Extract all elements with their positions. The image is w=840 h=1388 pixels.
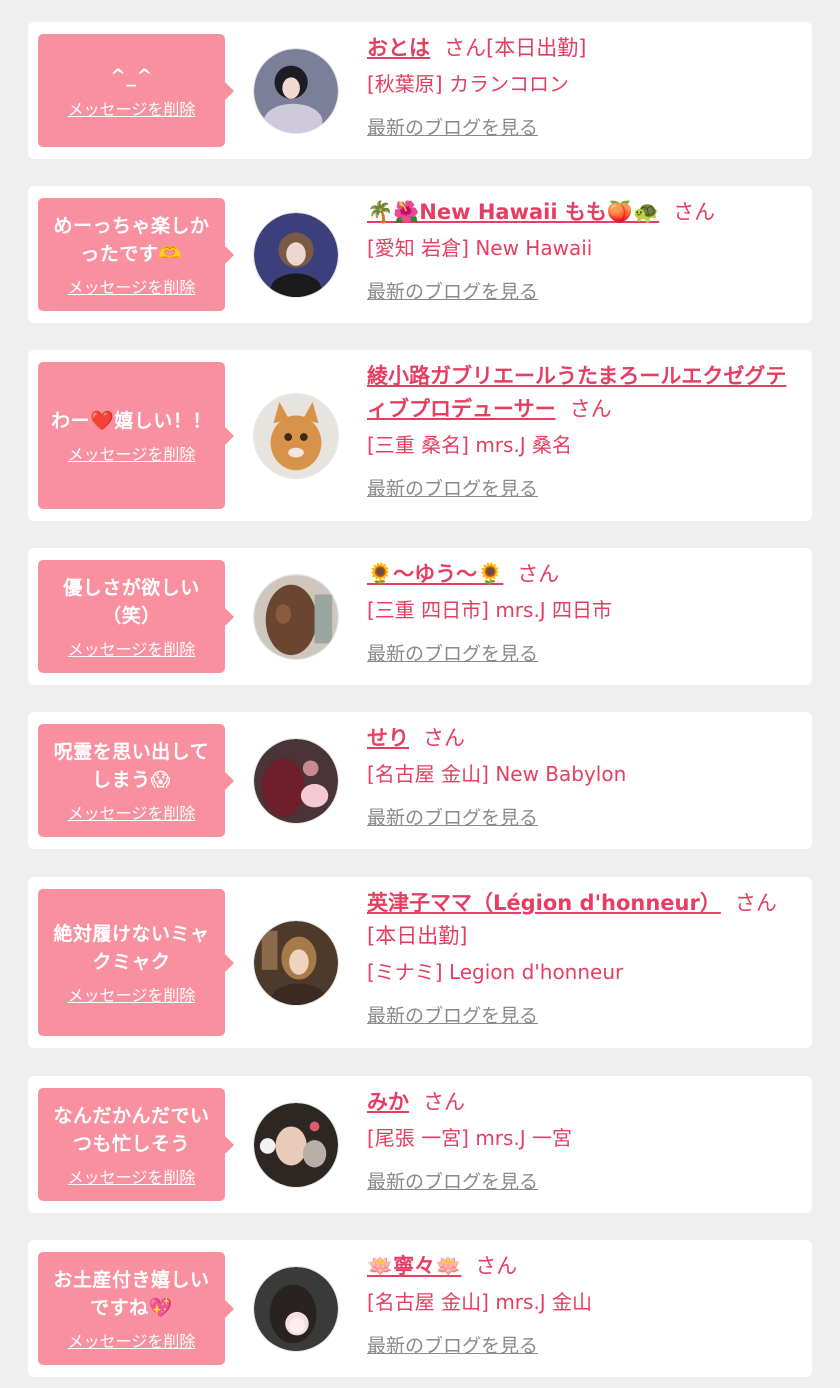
message-card: なんだかんだでいつも忙しそう メッセージを削除 みか さん [尾張 一宮] mrs… [28, 1076, 812, 1213]
message-card: 優しさが欲しい（笑） メッセージを削除 🌻〜ゆう〜🌻 さん [三重 四日市] mr… [28, 548, 812, 685]
cast-info: 🪷寧々🪷 さん [名古屋 金山] mrs.J 金山 最新のブログを見る [367, 1250, 798, 1358]
message-bubble: 呪霊を思い出してしまう😱 メッセージを削除 [38, 724, 234, 837]
cast-info: みか さん [尾張 一宮] mrs.J 一宮 最新のブログを見る [367, 1086, 798, 1194]
honorific: さん[本日出勤] [444, 36, 587, 60]
message-bubble: めーっちゃ楽しかったです🫶 メッセージを削除 [38, 198, 234, 311]
message-bubble: なんだかんだでいつも忙しそう メッセージを削除 [38, 1088, 234, 1201]
message-text: めーっちゃ楽しかったです🫶 [53, 214, 210, 265]
avatar[interactable] [253, 1101, 339, 1188]
avatar[interactable] [253, 211, 339, 298]
cast-name-link[interactable]: 🪷寧々🪷 [367, 1254, 461, 1278]
shop-info: [名古屋 金山] mrs.J 金山 [367, 1290, 593, 1314]
cast-info: 🌴🌺New Hawaii もも🍑🐢 さん [愛知 岩倉] New Hawaii 最… [367, 196, 798, 304]
message-text: なんだかんだでいつも忙しそう [53, 1104, 210, 1155]
message-text: 絶対履けないミャクミャク [53, 922, 210, 973]
delete-message-link[interactable]: メッセージを削除 [68, 1328, 196, 1352]
delete-message-link[interactable]: メッセージを削除 [68, 441, 196, 465]
message-bubble: わー❤️嬉しい！！ メッセージを削除 [38, 362, 234, 509]
shop-info: [三重 桑名] mrs.J 桑名 [367, 433, 573, 457]
delete-message-link[interactable]: メッセージを削除 [68, 274, 196, 298]
honorific: さん [423, 726, 465, 750]
honorific: さん [673, 200, 716, 224]
shop-info: [三重 四日市] mrs.J 四日市 [367, 598, 613, 622]
delete-message-link[interactable]: メッセージを削除 [68, 982, 196, 1006]
delete-message-link[interactable]: メッセージを削除 [68, 800, 196, 824]
delete-message-link[interactable]: メッセージを削除 [68, 636, 196, 660]
cast-name-link[interactable]: おとは [367, 36, 430, 60]
message-card: ^_^ メッセージを削除 おとは さん[本日出勤] [秋葉原] カランコロン 最新… [28, 22, 812, 159]
latest-blog-link[interactable]: 最新のブログを見る [367, 1331, 538, 1358]
cast-name-link[interactable]: 英津子ママ（Légion d'honneur） [367, 891, 721, 915]
message-text: 優しさが欲しい（笑） [63, 576, 200, 627]
cast-name-link[interactable]: みか [367, 1090, 409, 1114]
message-card: 呪霊を思い出してしまう😱 メッセージを削除 せり さん [名古屋 金山] New … [28, 712, 812, 849]
latest-blog-link[interactable]: 最新のブログを見る [367, 1001, 538, 1028]
latest-blog-link[interactable]: 最新のブログを見る [367, 803, 538, 830]
latest-blog-link[interactable]: 最新のブログを見る [367, 474, 538, 501]
shop-info: [名古屋 金山] New Babylon [367, 762, 627, 786]
avatar[interactable] [253, 737, 339, 824]
cast-name-link[interactable]: せり [367, 726, 409, 750]
cast-info: おとは さん[本日出勤] [秋葉原] カランコロン 最新のブログを見る [367, 32, 798, 140]
latest-blog-link[interactable]: 最新のブログを見る [367, 277, 538, 304]
cast-name-link[interactable]: 🌻〜ゆう〜🌻 [367, 562, 503, 586]
message-card: 絶対履けないミャクミャク メッセージを削除 英津子ママ（Légion d'hon… [28, 877, 812, 1048]
honorific: さん [569, 397, 612, 421]
shop-info: [秋葉原] カランコロン [367, 72, 569, 96]
message-bubble: 絶対履けないミャクミャク メッセージを削除 [38, 889, 234, 1036]
latest-blog-link[interactable]: 最新のブログを見る [367, 113, 538, 140]
delete-message-link[interactable]: メッセージを削除 [68, 96, 196, 120]
delete-message-link[interactable]: メッセージを削除 [68, 1164, 196, 1188]
message-text: わー❤️嬉しい！！ [51, 409, 212, 432]
cast-info: せり さん [名古屋 金山] New Babylon 最新のブログを見る [367, 722, 798, 830]
message-card: お土産付き嬉しいですね💖 メッセージを削除 🪷寧々🪷 さん [名古屋 金山] mr… [28, 1240, 812, 1377]
avatar[interactable] [253, 573, 339, 660]
cast-info: 🌻〜ゆう〜🌻 さん [三重 四日市] mrs.J 四日市 最新のブログを見る [367, 558, 798, 666]
cast-info: 英津子ママ（Légion d'honneur） さん[本日出勤] [ミナミ] Le… [367, 887, 798, 1028]
message-text: ^_^ [110, 64, 153, 87]
cast-name-link[interactable]: 🌴🌺New Hawaii もも🍑🐢 [367, 200, 659, 224]
message-text: お土産付き嬉しいですね💖 [53, 1268, 210, 1319]
message-text: 呪霊を思い出してしまう😱 [53, 740, 210, 791]
message-bubble: ^_^ メッセージを削除 [38, 34, 234, 147]
honorific: さん [475, 1254, 518, 1278]
message-bubble: 優しさが欲しい（笑） メッセージを削除 [38, 560, 234, 673]
latest-blog-link[interactable]: 最新のブログを見る [367, 639, 538, 666]
message-card: わー❤️嬉しい！！ メッセージを削除 綾小路ガブリエールうたまろールエクゼグティ… [28, 350, 812, 521]
shop-info: [ミナミ] Legion d'honneur [367, 960, 624, 984]
message-list: ^_^ メッセージを削除 おとは さん[本日出勤] [秋葉原] カランコロン 最新… [0, 0, 840, 1388]
shop-info: [愛知 岩倉] New Hawaii [367, 236, 593, 260]
avatar[interactable] [253, 919, 339, 1006]
message-bubble: お土産付き嬉しいですね💖 メッセージを削除 [38, 1252, 234, 1365]
latest-blog-link[interactable]: 最新のブログを見る [367, 1167, 538, 1194]
honorific: さん [517, 562, 560, 586]
avatar[interactable] [253, 47, 339, 134]
honorific: さん [423, 1090, 465, 1114]
message-card: めーっちゃ楽しかったです🫶 メッセージを削除 🌴🌺New Hawaii もも🍑🐢… [28, 186, 812, 323]
avatar[interactable] [253, 392, 339, 479]
shop-info: [尾張 一宮] mrs.J 一宮 [367, 1126, 573, 1150]
avatar[interactable] [253, 1265, 339, 1352]
cast-info: 綾小路ガブリエールうたまろールエクゼグティブプロデューサー さん [三重 桑名] … [367, 360, 798, 501]
